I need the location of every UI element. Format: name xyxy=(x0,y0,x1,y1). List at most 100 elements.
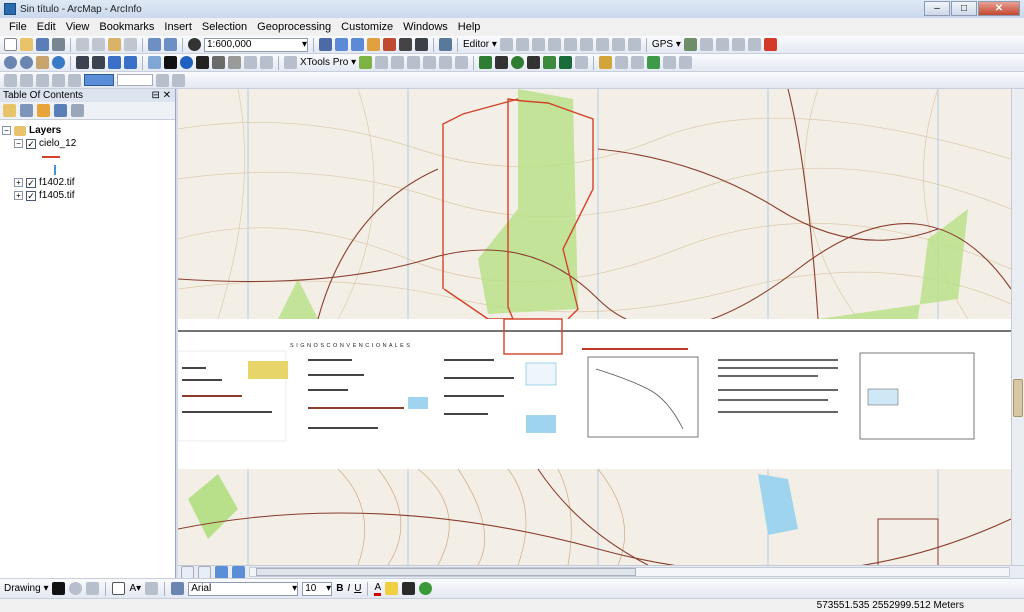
flag-icon[interactable] xyxy=(763,38,777,51)
expand-icon[interactable]: + xyxy=(14,178,23,187)
layer-icon[interactable] xyxy=(4,73,17,87)
scroll-thumb[interactable] xyxy=(256,568,636,576)
collapse-icon[interactable]: − xyxy=(2,126,11,135)
fill-color-icon[interactable] xyxy=(385,582,399,595)
straight-segment-icon[interactable] xyxy=(531,38,545,51)
copy-layer-icon[interactable] xyxy=(647,56,661,69)
layer-row[interactable]: + ✓ f1402.tif xyxy=(2,176,173,189)
layer-name[interactable]: f1405.tif xyxy=(39,190,75,201)
font-name-combo[interactable]: Arial ▾ xyxy=(188,581,299,596)
line-symbol-icon[interactable] xyxy=(42,155,60,158)
measure-icon[interactable] xyxy=(212,56,225,69)
xtools-overlay-icon[interactable] xyxy=(423,56,437,69)
scroll-thumb[interactable] xyxy=(1013,379,1023,417)
toc-options-icon[interactable] xyxy=(71,104,84,117)
menu-view[interactable]: View xyxy=(61,21,95,33)
unknown-tool-icon[interactable] xyxy=(615,56,629,69)
hyperlink-icon[interactable] xyxy=(228,56,241,69)
font-color-button[interactable]: A xyxy=(374,582,382,596)
gps-tool-icon[interactable] xyxy=(683,38,697,51)
layer-visibility-checkbox[interactable]: ✓ xyxy=(26,190,36,201)
whats-this-icon[interactable] xyxy=(439,38,452,51)
xtools-shape-icon[interactable] xyxy=(391,56,405,69)
gps-connect-icon[interactable] xyxy=(715,38,729,51)
layer-visibility-checkbox[interactable]: ✓ xyxy=(26,177,36,188)
edit-tool-icon[interactable] xyxy=(499,38,513,51)
list-by-source-icon[interactable] xyxy=(20,104,33,117)
font-size-combo[interactable]: 10 ▾ xyxy=(302,581,333,596)
table-icon[interactable] xyxy=(335,38,348,51)
close-button[interactable]: ✕ xyxy=(978,1,1020,16)
full-extent-icon[interactable] xyxy=(52,56,65,69)
font-icon[interactable] xyxy=(171,582,185,595)
brightness-icon[interactable] xyxy=(36,73,49,87)
delete-icon[interactable] xyxy=(124,38,137,51)
model-builder-icon[interactable] xyxy=(415,38,428,51)
redo-icon[interactable] xyxy=(164,38,177,51)
zoom-out-icon[interactable] xyxy=(20,56,33,69)
swipe-icon[interactable] xyxy=(68,73,81,87)
catalog-icon[interactable] xyxy=(351,38,364,51)
select-features-icon[interactable] xyxy=(148,56,161,69)
list-by-visibility-icon[interactable] xyxy=(37,104,50,117)
xtools-table-icon[interactable] xyxy=(375,56,389,69)
print-icon[interactable] xyxy=(52,38,65,51)
underline-button[interactable]: U xyxy=(354,583,361,594)
grid-icon[interactable] xyxy=(559,56,573,69)
xtools-add-icon[interactable] xyxy=(359,56,373,69)
layout-view-icon[interactable] xyxy=(198,565,211,579)
unknown-tool-2-icon[interactable] xyxy=(631,56,645,69)
endpoint-arc-icon[interactable] xyxy=(547,38,561,51)
menu-selection[interactable]: Selection xyxy=(197,21,252,33)
menu-help[interactable]: Help xyxy=(453,21,486,33)
georef-add-icon[interactable] xyxy=(479,56,493,69)
editor-menu[interactable]: Editor ▾ xyxy=(463,39,497,50)
options-icon[interactable] xyxy=(663,56,677,69)
select-elements-icon[interactable] xyxy=(164,56,177,69)
paste-icon[interactable] xyxy=(108,38,121,51)
layer-row[interactable]: − ✓ cielo_12 xyxy=(2,137,173,150)
layer-row[interactable]: + ✓ f1405.tif xyxy=(2,189,173,202)
menu-geoprocessing[interactable]: Geoprocessing xyxy=(252,21,336,33)
split-icon[interactable] xyxy=(579,38,593,51)
menu-customize[interactable]: Customize xyxy=(336,21,398,33)
copy-icon[interactable] xyxy=(92,38,105,51)
gps-pan-icon[interactable] xyxy=(731,38,745,51)
layer-name[interactable]: f1402.tif xyxy=(39,177,75,188)
maximize-button[interactable]: □ xyxy=(951,1,977,16)
fixed-zoom-in-icon[interactable] xyxy=(76,56,89,69)
save-icon[interactable] xyxy=(36,38,49,51)
python-icon[interactable] xyxy=(399,38,412,51)
italic-button[interactable]: I xyxy=(347,583,350,594)
layer-visibility-checkbox[interactable]: ✓ xyxy=(26,138,36,149)
zoom-in-icon[interactable] xyxy=(4,56,17,69)
fixed-zoom-out-icon[interactable] xyxy=(92,56,105,69)
flicker-icon[interactable] xyxy=(156,73,169,87)
list-by-drawing-order-icon[interactable] xyxy=(3,104,16,117)
rotate-icon[interactable] xyxy=(595,38,609,51)
open-icon[interactable] xyxy=(20,38,33,51)
gps-menu[interactable]: GPS ▾ xyxy=(652,39,681,50)
identify-icon[interactable] xyxy=(180,56,193,69)
info-icon[interactable] xyxy=(511,56,525,69)
text-tool-icon[interactable]: A▾ xyxy=(129,583,141,594)
attributes-icon[interactable] xyxy=(611,38,625,51)
edit-vertices-icon[interactable] xyxy=(145,582,159,595)
new-document-icon[interactable] xyxy=(4,38,17,51)
layout-view-icon[interactable] xyxy=(284,56,297,69)
gps-trail-icon[interactable] xyxy=(747,38,761,51)
menu-bookmarks[interactable]: Bookmarks xyxy=(94,21,159,33)
transparency-icon[interactable] xyxy=(52,73,65,87)
cut-icon[interactable] xyxy=(76,38,89,51)
effect-dropdown[interactable] xyxy=(117,74,153,86)
contrast-icon[interactable] xyxy=(20,73,33,87)
back-icon[interactable] xyxy=(108,56,121,69)
sketch-properties-icon[interactable] xyxy=(627,38,641,51)
rectangle-icon[interactable] xyxy=(112,582,126,595)
collapse-icon[interactable]: − xyxy=(14,139,23,148)
bold-icon[interactable] xyxy=(527,56,541,69)
select-elements-icon[interactable] xyxy=(52,582,66,595)
horizontal-scrollbar[interactable] xyxy=(249,567,1010,577)
data-view-icon[interactable] xyxy=(181,565,194,579)
minimize-button[interactable]: – xyxy=(924,1,950,16)
